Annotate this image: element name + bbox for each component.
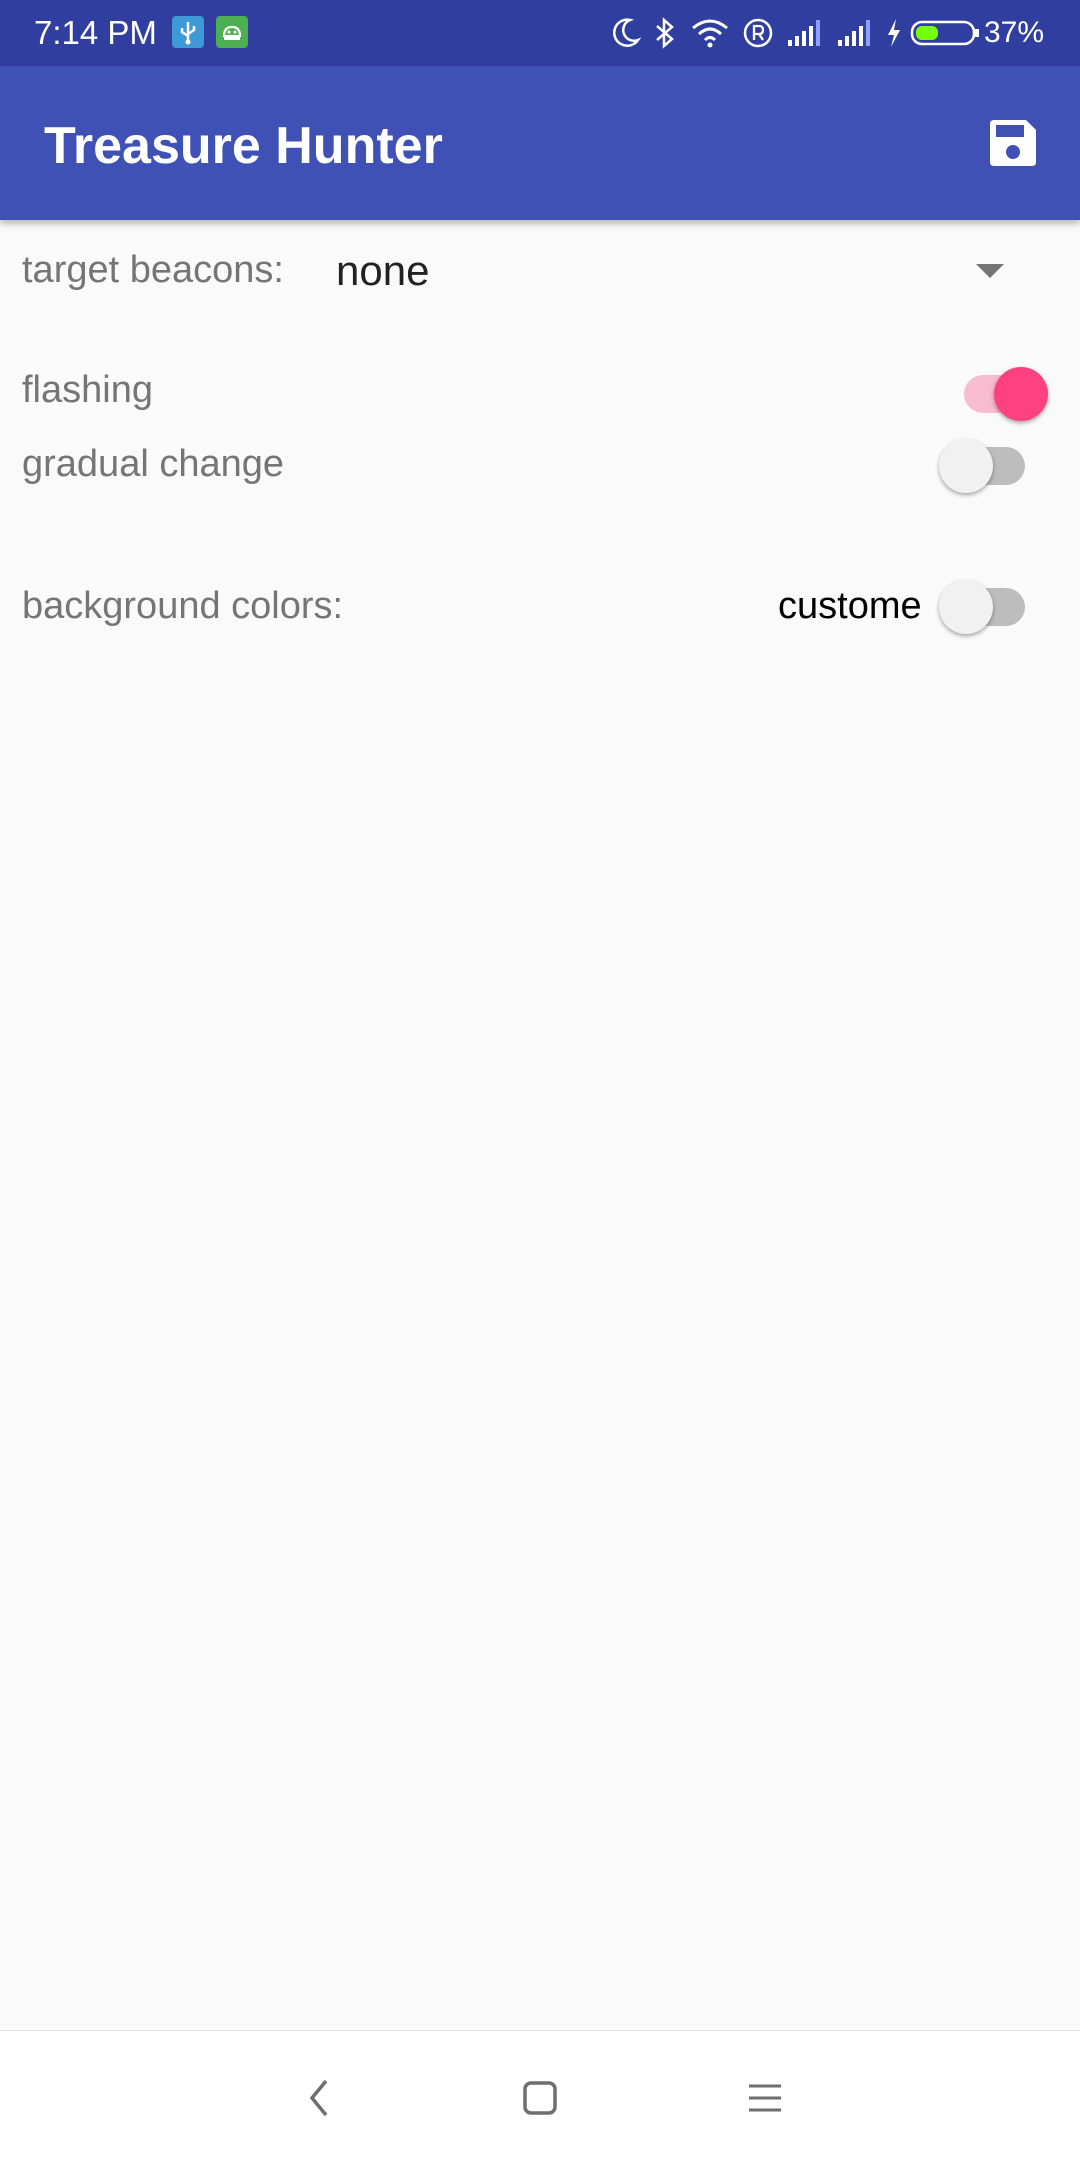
navigation-bar	[0, 2030, 1080, 2161]
status-bar: 7:14 PM 37%	[0, 0, 1080, 66]
switch-thumb	[939, 580, 993, 634]
app-bar: Treasure Hunter	[0, 66, 1080, 220]
menu-button[interactable]	[735, 2073, 795, 2123]
bluetooth-icon	[652, 16, 678, 55]
custome-switch-label[interactable]: custome	[778, 582, 922, 630]
dropdown-arrow-icon	[976, 264, 1004, 278]
signal-icon	[786, 16, 822, 55]
target-beacons-spinner[interactable]: none	[320, 240, 1040, 304]
home-icon	[523, 2081, 557, 2115]
background-colors-switch[interactable]	[939, 570, 1029, 634]
status-time: 7:14 PM	[34, 14, 157, 51]
battery-icon	[910, 16, 980, 55]
wifi-icon	[690, 16, 730, 55]
back-button[interactable]	[290, 2073, 350, 2123]
switch-thumb	[939, 439, 993, 493]
flashing-label: flashing	[22, 369, 153, 411]
gradual-change-switch[interactable]	[939, 429, 1029, 493]
flashing-switch[interactable]	[954, 357, 1048, 421]
save-icon	[990, 120, 1036, 166]
usb-debug-icon	[172, 16, 204, 48]
menu-icon	[749, 2084, 781, 2112]
switch-thumb	[994, 367, 1048, 421]
battery-percentage: 37%	[984, 16, 1045, 49]
registered-icon	[742, 16, 774, 55]
home-button[interactable]	[510, 2073, 570, 2123]
back-icon	[309, 2079, 328, 2117]
app-title: Treasure Hunter	[44, 117, 443, 175]
gradual-change-label: gradual change	[22, 443, 284, 485]
target-beacons-value: none	[336, 247, 430, 294]
moon-icon	[612, 16, 642, 55]
background-colors-label: background colors:	[22, 585, 344, 627]
signal-icon	[836, 16, 872, 55]
charging-icon	[884, 16, 904, 55]
target-beacons-label: target beacons:	[22, 249, 284, 291]
save-button[interactable]	[986, 116, 1040, 170]
android-icon	[216, 16, 248, 48]
